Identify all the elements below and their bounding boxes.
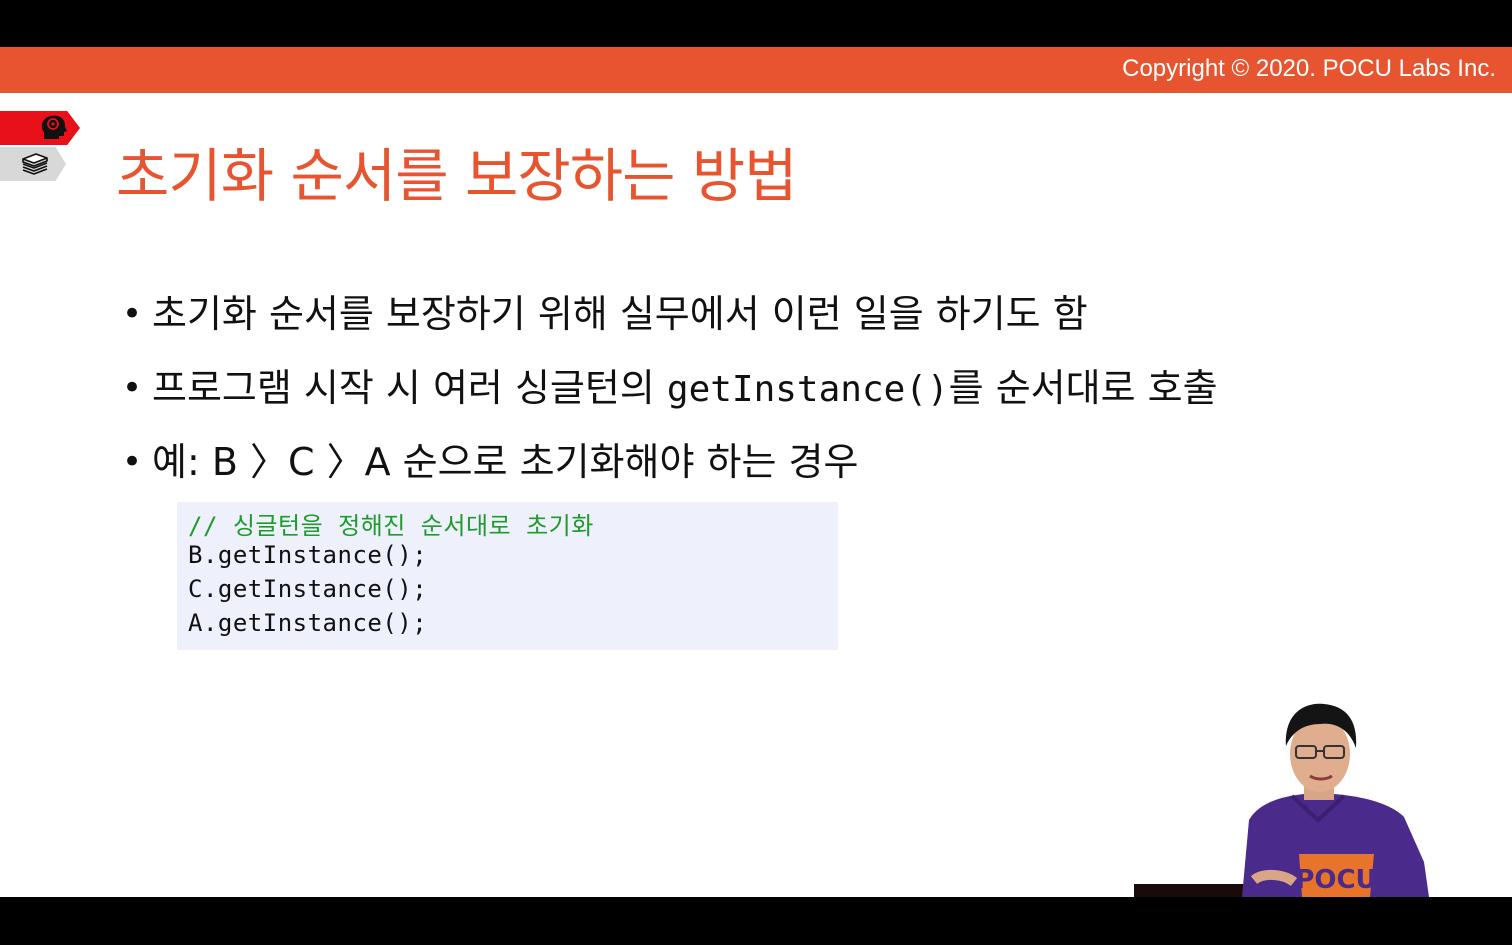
bullet-text: 초기화 순서를 보장하기 위해 실무에서 이런 일을 하기도 함 [152,292,1088,336]
video-bottom-bar [0,897,1512,945]
bullet-list: • 초기화 순서를 보장하기 위해 실무에서 이런 일을 하기도 함 • 프로그… [122,283,1422,505]
presenter-video: POCU [1134,703,1429,897]
header-band: Copyright © 2020. POCU Labs Inc. [0,47,1512,93]
bullet-dot: • [122,294,143,334]
book-stack-icon [22,153,48,175]
brain-head-icon [41,115,67,139]
code-line: A.getInstance(); [188,609,428,637]
code-line: B.getInstance(); [188,541,428,569]
bullet-text-post: 를 순서대로 호출 [948,366,1218,410]
bullet-dot: • [122,368,143,408]
bullet-inline-code: getInstance() [666,369,949,410]
bullet-item: • 예: B 〉C 〉A 순으로 초기화해야 하는 경우 [122,431,1422,505]
slide-title: 초기화 순서를 보장하는 방법 [116,142,798,210]
bullet-item: • 초기화 순서를 보장하기 위해 실무에서 이런 일을 하기도 함 [122,283,1422,357]
code-line: C.getInstance(); [188,575,428,603]
code-comment: // 싱글턴을 정해진 순서대로 초기화 [188,512,594,540]
bullet-dot: • [122,442,143,482]
bullet-text: 예: B 〉C 〉A 순으로 초기화해야 하는 경우 [152,440,859,484]
lecture-slide: Copyright © 2020. POCU Labs Inc. 초기화 순서를… [0,47,1512,897]
copyright-text: Copyright © 2020. POCU Labs Inc. [1122,55,1496,82]
bullet-item: • 프로그램 시작 시 여러 싱글턴의 getInstance()를 순서대로 … [122,357,1422,431]
code-block: // 싱글턴을 정해진 순서대로 초기화 B.getInstance(); C.… [177,502,838,650]
bullet-text-pre: 프로그램 시작 시 여러 싱글턴의 [152,366,667,410]
shirt-logo-text: POCU [1295,865,1376,895]
